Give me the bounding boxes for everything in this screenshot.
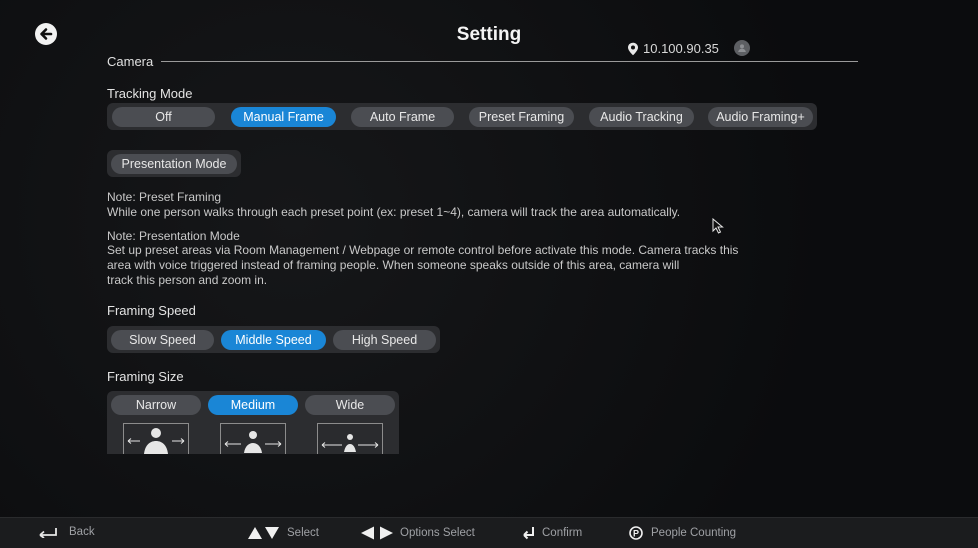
footer-back-label: Back bbox=[69, 526, 95, 538]
footer-people-counting: P People Counting bbox=[627, 526, 736, 540]
camera-section-label: Camera bbox=[107, 54, 154, 69]
mouse-pointer-icon bbox=[712, 218, 724, 234]
footer-select: Select bbox=[247, 526, 319, 540]
svg-text:P: P bbox=[633, 529, 639, 539]
framing-speed-group: Slow Speed Middle Speed High Speed bbox=[107, 326, 440, 353]
size-option-wide[interactable]: Wide bbox=[305, 395, 395, 415]
framing-size-group: Narrow Medium Wide bbox=[107, 391, 399, 454]
footer-select-label: Select bbox=[287, 527, 319, 539]
return-arrow-icon bbox=[39, 528, 57, 538]
tracking-option-manual-frame[interactable]: Manual Frame bbox=[231, 106, 336, 127]
presentation-mode-group: Presentation Mode bbox=[107, 150, 241, 177]
ip-address: 10.100.90.35 bbox=[627, 41, 719, 56]
speed-option-slow[interactable]: Slow Speed bbox=[111, 329, 214, 350]
ip-address-text: 10.100.90.35 bbox=[643, 41, 719, 56]
footer-confirm-label: Confirm bbox=[542, 527, 583, 539]
tracking-mode-group: Off Manual Frame Auto Frame Preset Frami… bbox=[107, 103, 817, 130]
location-pin-icon bbox=[628, 42, 638, 55]
tracking-option-audio-tracking[interactable]: Audio Tracking bbox=[589, 106, 694, 127]
medium-framing-icon[interactable] bbox=[220, 423, 286, 454]
note-preset-body: While one person walks through each pres… bbox=[107, 205, 681, 219]
settings-screen: Setting 10.100.90.35 Camera Tracking Mod… bbox=[0, 0, 978, 548]
note-preset-title: Note: Preset Framing bbox=[107, 190, 222, 204]
speed-option-middle[interactable]: Middle Speed bbox=[221, 329, 326, 350]
note-presentation-line-3: track this person and zoom in. bbox=[107, 273, 268, 287]
tracking-option-preset-framing[interactable]: Preset Framing bbox=[469, 106, 574, 127]
note-presentation-line-2: area with voice triggered instead of fra… bbox=[107, 258, 680, 272]
footer-confirm: Confirm bbox=[522, 526, 582, 540]
left-right-arrows-icon bbox=[361, 526, 393, 540]
size-option-narrow[interactable]: Narrow bbox=[111, 395, 201, 415]
section-divider bbox=[161, 61, 858, 62]
speed-option-high[interactable]: High Speed bbox=[333, 329, 436, 350]
page-title: Setting bbox=[456, 24, 522, 45]
framing-speed-label: Framing Speed bbox=[107, 303, 196, 318]
size-option-medium[interactable]: Medium bbox=[208, 395, 298, 415]
user-avatar-icon[interactable] bbox=[734, 40, 750, 56]
tracking-option-off[interactable]: Off bbox=[112, 106, 215, 127]
footer-hint-bar: Back Select Options Select Confirm P Peo… bbox=[0, 517, 978, 548]
tracking-option-auto-frame[interactable]: Auto Frame bbox=[351, 106, 454, 127]
footer-options-select: Options Select bbox=[360, 526, 475, 540]
people-counting-icon: P bbox=[629, 526, 643, 540]
note-presentation-line-1: Set up preset areas via Room Management … bbox=[107, 243, 739, 257]
footer-people-counting-label: People Counting bbox=[651, 527, 737, 539]
footer-back[interactable]: Back bbox=[37, 526, 95, 538]
presentation-mode-button[interactable]: Presentation Mode bbox=[111, 153, 237, 174]
wide-framing-icon[interactable] bbox=[317, 423, 383, 454]
framing-size-label: Framing Size bbox=[107, 369, 184, 384]
note-presentation-title: Note: Presentation Mode bbox=[107, 229, 240, 243]
enter-key-icon bbox=[523, 527, 534, 540]
footer-options-select-label: Options Select bbox=[400, 527, 475, 539]
narrow-framing-icon[interactable] bbox=[123, 423, 189, 454]
tracking-mode-label: Tracking Mode bbox=[107, 86, 193, 101]
tracking-option-audio-framing-plus[interactable]: Audio Framing+ bbox=[708, 106, 813, 127]
up-down-arrows-icon bbox=[248, 527, 279, 539]
